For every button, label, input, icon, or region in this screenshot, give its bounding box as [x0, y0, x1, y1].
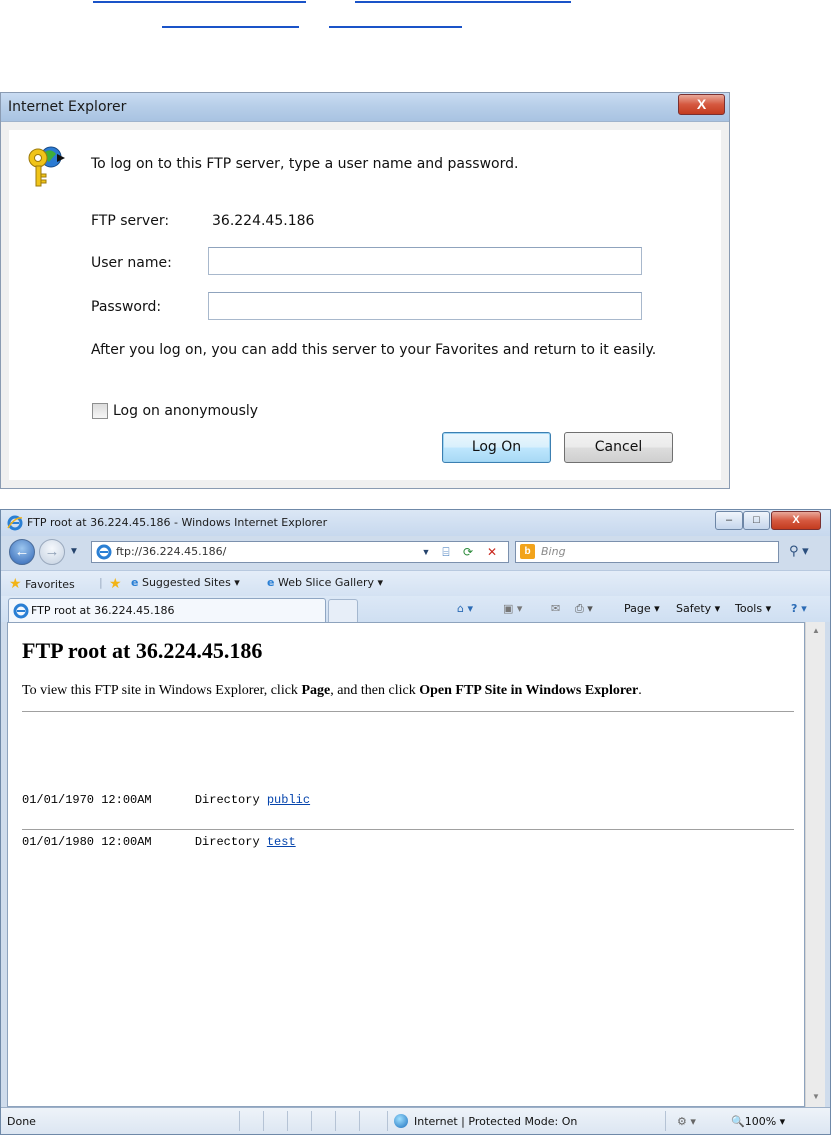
vertical-scrollbar[interactable]: ▲ ▼ [805, 622, 825, 1107]
help-icon[interactable]: ? ▾ [791, 602, 807, 615]
tab-ie-icon [13, 603, 29, 619]
ie-window: FTP root at 36.224.45.186 - Windows Inte… [0, 509, 831, 1135]
page-heading: FTP root at 36.224.45.186 [22, 638, 263, 663]
divider-bottom [22, 829, 794, 830]
directory-link-test[interactable]: test [267, 835, 296, 849]
page-instruction: To view this FTP site in Windows Explore… [22, 683, 642, 698]
forward-button[interactable]: → [39, 539, 65, 565]
list-item: 01/01/1970 12:00AM Directory public [22, 793, 311, 807]
status-bar: Done Internet | Protected Mode: On ⚙ ▾ 🔍… [1, 1107, 830, 1134]
home-icon[interactable]: ⌂ ▾ [457, 602, 473, 615]
print-icon[interactable]: ⎙ ▾ [575, 602, 593, 616]
recent-pages-dropdown-icon[interactable]: ▼ [69, 546, 79, 557]
ftp-login-dialog: Internet Explorer X To log on to this FT… [0, 92, 730, 489]
anonymous-checkbox[interactable] [92, 403, 108, 419]
link-underline[interactable] [355, 1, 571, 3]
scroll-down-icon[interactable]: ▼ [812, 1092, 820, 1101]
dialog-titlebar: Internet Explorer X [1, 93, 729, 122]
ftp-server-label: FTP server: [91, 213, 170, 229]
navigation-bar: ← → ▼ ftp://36.224.45.186/ ▼ ⌸ ⟳ ✕ b Bin… [1, 536, 830, 570]
zoom-level[interactable]: 🔍100% ▾ [731, 1115, 785, 1128]
search-magnifier-icon[interactable]: ⚲ ▾ [789, 543, 809, 559]
link-underline[interactable] [93, 1, 306, 3]
bing-logo-icon: b [520, 544, 535, 559]
top-link-fragments [0, 0, 831, 40]
key-globe-icon [28, 146, 65, 187]
new-tab-button[interactable] [328, 599, 358, 622]
cancel-button[interactable]: Cancel [564, 432, 673, 463]
compatibility-view-icon[interactable]: ⌸ [436, 542, 456, 562]
favorites-star-icon: ★ [9, 576, 22, 592]
status-text: Done [7, 1115, 36, 1128]
directory-link-public[interactable]: public [267, 793, 310, 807]
security-zone-text[interactable]: Internet | Protected Mode: On [414, 1115, 577, 1128]
status-divider [665, 1111, 666, 1131]
tab-title: FTP root at 36.224.45.186 [31, 604, 175, 617]
dialog-title: Internet Explorer [8, 99, 127, 115]
ftp-server-value: 36.224.45.186 [212, 213, 315, 229]
dialog-close-button[interactable]: X [678, 94, 725, 115]
status-divider [359, 1111, 360, 1131]
refresh-icon[interactable]: ⟳ [458, 542, 478, 562]
internet-zone-globe-icon [394, 1114, 408, 1128]
link-underline[interactable] [329, 26, 462, 28]
ie-icon: e [131, 576, 139, 589]
read-mail-icon[interactable]: ✉ [551, 602, 560, 615]
anonymous-label[interactable]: Log on anonymously [113, 403, 258, 419]
address-bar[interactable]: ftp://36.224.45.186/ ▼ ⌸ ⟳ ✕ [91, 541, 509, 563]
status-divider [335, 1111, 336, 1131]
directory-listing: 01/01/1970 12:00AM Directory public 01/0… [22, 765, 310, 877]
username-label: User name: [91, 255, 172, 271]
add-to-favorites-bar-icon[interactable]: ★ [109, 576, 122, 592]
window-title: FTP root at 36.224.45.186 - Windows Inte… [27, 516, 328, 529]
favorites-button[interactable]: ★ Favorites [9, 576, 75, 592]
ie-logo-icon [7, 515, 23, 531]
maximize-button[interactable]: □ [743, 511, 770, 530]
password-field[interactable] [208, 292, 642, 320]
safety-menu[interactable]: Safety ▾ [676, 602, 720, 615]
divider-top [22, 711, 794, 712]
feeds-icon[interactable]: ▣ ▾ [503, 602, 522, 615]
web-slice-gallery-button[interactable]: e Web Slice Gallery ▾ [267, 576, 383, 589]
username-field[interactable] [208, 247, 642, 275]
status-divider [263, 1111, 264, 1131]
back-button[interactable]: ← [9, 539, 35, 565]
list-item: 01/01/1980 12:00AM Directory test [22, 835, 296, 849]
status-divider [387, 1111, 388, 1131]
page-menu[interactable]: Page ▾ [624, 602, 660, 615]
tab-ftp-root[interactable]: FTP root at 36.224.45.186 [8, 598, 326, 622]
status-divider [287, 1111, 288, 1131]
status-divider [311, 1111, 312, 1131]
address-text: ftp://36.224.45.186/ [116, 545, 227, 558]
password-label: Password: [91, 299, 162, 315]
favorites-bar: ★ Favorites | ★ e Suggested Sites ▾ e We… [1, 570, 830, 596]
address-dropdown-icon[interactable]: ▼ [418, 542, 434, 562]
dialog-info: After you log on, you can add this serve… [91, 342, 657, 358]
status-divider [239, 1111, 240, 1131]
browser-titlebar: FTP root at 36.224.45.186 - Windows Inte… [1, 510, 830, 536]
search-box[interactable]: b Bing [515, 541, 779, 563]
log-on-button[interactable]: Log On [442, 432, 551, 463]
protected-mode-icon[interactable]: ⚙ ▾ [677, 1115, 696, 1128]
dialog-body: To log on to this FTP server, type a use… [9, 130, 721, 480]
dialog-prompt: To log on to this FTP server, type a use… [91, 156, 519, 172]
page-content: FTP root at 36.224.45.186 To view this F… [7, 622, 805, 1107]
ie-icon: e [267, 576, 275, 589]
suggested-sites-button[interactable]: e Suggested Sites ▾ [131, 576, 240, 589]
window-close-button[interactable]: X [771, 511, 821, 530]
scroll-up-icon[interactable]: ▲ [812, 626, 820, 635]
link-underline[interactable] [162, 26, 299, 28]
minimize-button[interactable]: – [715, 511, 743, 530]
page-ie-icon [96, 544, 112, 560]
stop-icon[interactable]: ✕ [482, 542, 502, 562]
favorites-divider: | [99, 576, 103, 589]
search-placeholder: Bing [541, 545, 566, 558]
tab-row: FTP root at 36.224.45.186 ⌂ ▾ ▣ ▾ ✉ ⎙ ▾ … [1, 596, 830, 622]
tools-menu[interactable]: Tools ▾ [735, 602, 771, 615]
